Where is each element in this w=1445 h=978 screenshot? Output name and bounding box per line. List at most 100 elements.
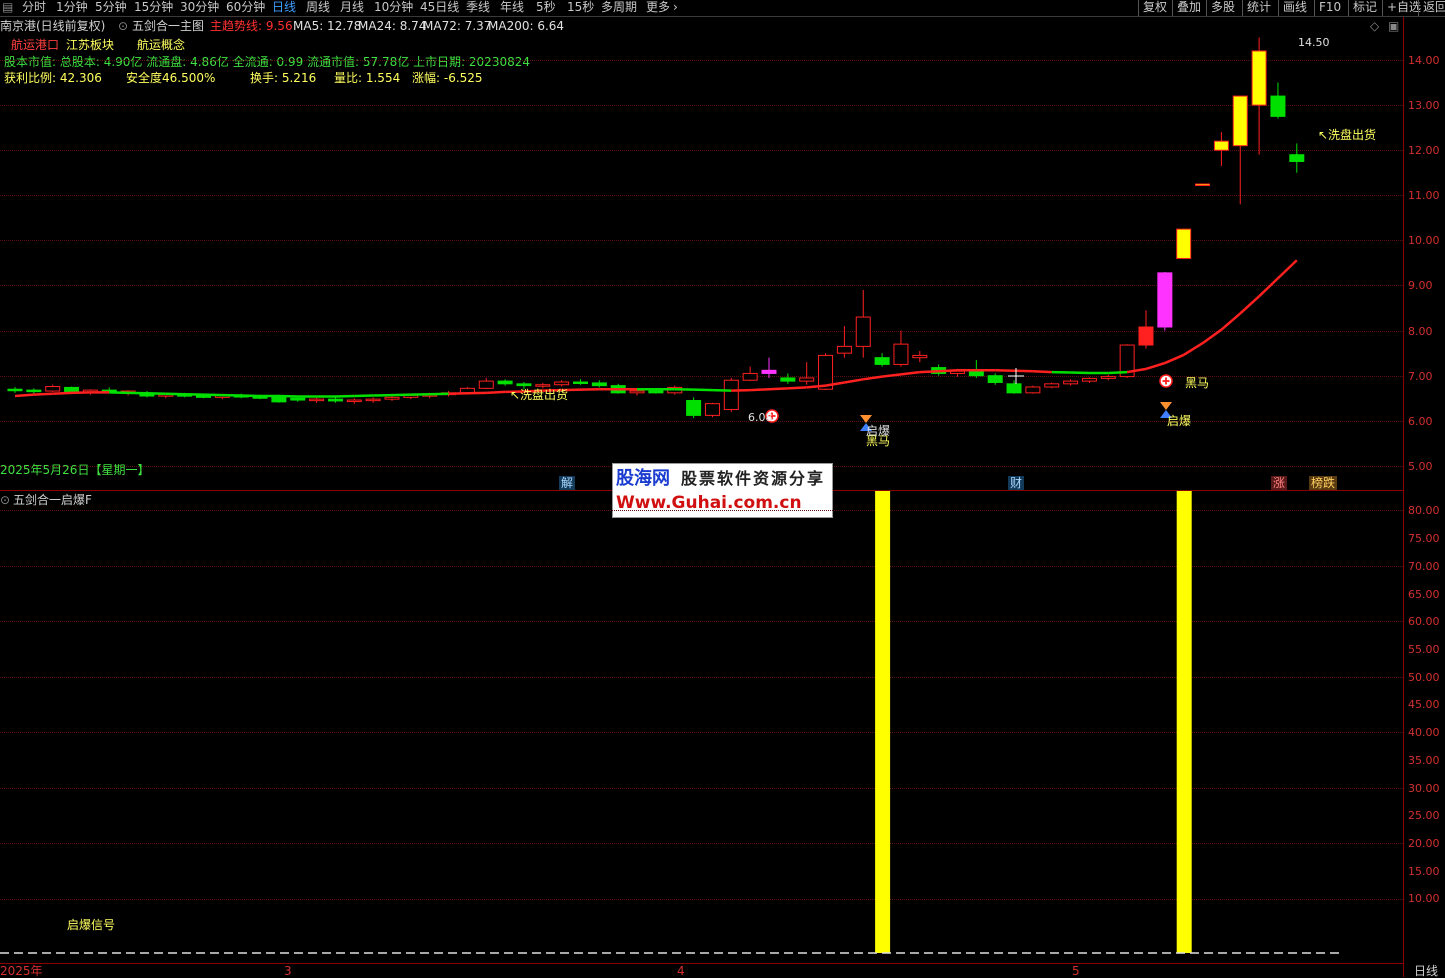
time-tick-may: 5	[1072, 964, 1080, 978]
multi-stock-button[interactable]: 多股	[1206, 0, 1239, 16]
candle-body	[517, 384, 531, 386]
trend-line-segment	[920, 371, 939, 372]
candle-body	[1158, 273, 1172, 327]
period-5min[interactable]: 5分钟	[95, 0, 127, 16]
period-5sec[interactable]: 5秒	[536, 0, 556, 16]
price-tick: 10.00	[1408, 235, 1440, 247]
candle-body	[347, 400, 361, 402]
trend-line-segment	[1221, 313, 1240, 329]
candle-body	[630, 391, 644, 393]
kline-chart[interactable]	[0, 17, 1403, 490]
candle-body	[498, 381, 512, 384]
candle-body	[328, 399, 342, 401]
stats-button[interactable]: 统计	[1242, 0, 1275, 16]
mark-button[interactable]: 标记	[1348, 0, 1381, 16]
candle-body	[1045, 384, 1059, 387]
period-more[interactable]: 更多	[646, 0, 670, 16]
period-multi[interactable]: 多周期	[601, 0, 637, 16]
trend-line-segment	[769, 388, 788, 389]
sub-tick: 75.00	[1408, 533, 1440, 545]
trend-line-segment	[1033, 371, 1052, 372]
price-tick: 11.00	[1408, 190, 1440, 202]
trend-line-segment	[1184, 343, 1203, 355]
sub-tick: 25.00	[1408, 810, 1440, 822]
watermark-slogan: 股票软件资源分享	[681, 470, 825, 488]
draw-line-button[interactable]: 画线	[1278, 0, 1311, 16]
period-label: 日线	[1414, 964, 1438, 978]
f10-button[interactable]: F10	[1314, 0, 1345, 16]
candle-body	[762, 370, 776, 373]
period-15min[interactable]: 15分钟	[134, 0, 173, 16]
candle-body	[1233, 96, 1247, 146]
candle-body	[894, 344, 908, 364]
period-10min[interactable]: 10分钟	[374, 0, 413, 16]
time-tick-year: 2025年	[0, 964, 43, 978]
candle-body	[743, 373, 757, 380]
candle-body	[1026, 387, 1040, 393]
trend-line-segment	[1240, 296, 1259, 313]
candle-body	[8, 389, 22, 391]
back-button[interactable]: 返回	[1418, 0, 1445, 16]
signal-chart[interactable]	[0, 491, 1403, 963]
trend-line-segment	[53, 393, 72, 394]
candle-body	[1290, 155, 1304, 162]
candle-body	[800, 378, 814, 381]
sub-tick: 65.00	[1408, 589, 1440, 601]
candle-body	[1196, 184, 1210, 186]
price-tick: 8.00	[1408, 326, 1433, 338]
candle-body	[310, 399, 324, 401]
sub-tick: 60.00	[1408, 616, 1440, 628]
trend-line-segment	[34, 394, 53, 395]
signal-legend-label: 启爆信号	[67, 918, 115, 932]
signal-bar	[1177, 491, 1192, 953]
candle-body	[1214, 141, 1228, 150]
period-fenshi[interactable]: 分时	[22, 0, 46, 16]
trend-line-segment	[1108, 372, 1127, 373]
candle-body	[385, 397, 399, 399]
event-bang-die-badge[interactable]: 榜跌	[1309, 476, 1337, 490]
period-daily[interactable]: 日线	[272, 0, 296, 16]
qibao-label-2: 启爆	[1167, 414, 1191, 428]
period-15sec[interactable]: 15秒	[567, 0, 594, 16]
sub-tick: 30.00	[1408, 783, 1440, 795]
candle-body	[366, 399, 380, 401]
trend-line-segment	[901, 372, 920, 374]
sub-tick: 80.00	[1408, 505, 1440, 517]
price-tick: 12.00	[1408, 145, 1440, 157]
wash-out-label-1: ↖洗盘出货	[510, 388, 568, 402]
event-jie-badge[interactable]: 解	[559, 476, 575, 490]
period-60min[interactable]: 60分钟	[226, 0, 265, 16]
trend-line-segment	[863, 377, 882, 380]
period-30min[interactable]: 30分钟	[180, 0, 219, 16]
chevron-right-icon[interactable]: ›	[673, 0, 678, 16]
period-weekly[interactable]: 周线	[306, 0, 330, 16]
sub-tick: 15.00	[1408, 866, 1440, 878]
candle-body	[1271, 96, 1285, 116]
event-cai-badge[interactable]: 财	[1008, 476, 1024, 490]
trend-line-segment	[750, 389, 769, 390]
candle-body	[913, 355, 927, 357]
wash-out-label-2: ↖洗盘出货	[1318, 128, 1376, 142]
candle-body	[649, 391, 663, 393]
period-monthly[interactable]: 月线	[340, 0, 364, 16]
price-tick: 6.00	[1408, 416, 1433, 428]
overlay-button[interactable]: 叠加	[1172, 0, 1205, 16]
event-zhang-badge[interactable]: 涨	[1271, 476, 1287, 490]
candle-body	[687, 401, 701, 416]
menu-icon[interactable]: ▤	[2, 0, 13, 16]
fuquan-button[interactable]: 复权	[1138, 0, 1171, 16]
period-year[interactable]: 年线	[500, 0, 524, 16]
candle-body	[1101, 377, 1115, 379]
period-quarter[interactable]: 季线	[466, 0, 490, 16]
period-1min[interactable]: 1分钟	[56, 0, 88, 16]
price-tick: 14.00	[1408, 55, 1440, 67]
candle-body	[536, 385, 550, 387]
period-toolbar: ▤ 分时 1分钟 5分钟 15分钟 30分钟 60分钟 日线 周线 月线 10分…	[0, 0, 1445, 17]
period-45day[interactable]: 45日线	[420, 0, 459, 16]
candle-body	[1177, 229, 1191, 258]
low-price-label: 6.08	[748, 411, 773, 425]
time-tick-april: 4	[677, 964, 685, 978]
candle-body	[1139, 327, 1153, 345]
candle-body	[1007, 384, 1021, 393]
candle-body	[1082, 378, 1096, 381]
